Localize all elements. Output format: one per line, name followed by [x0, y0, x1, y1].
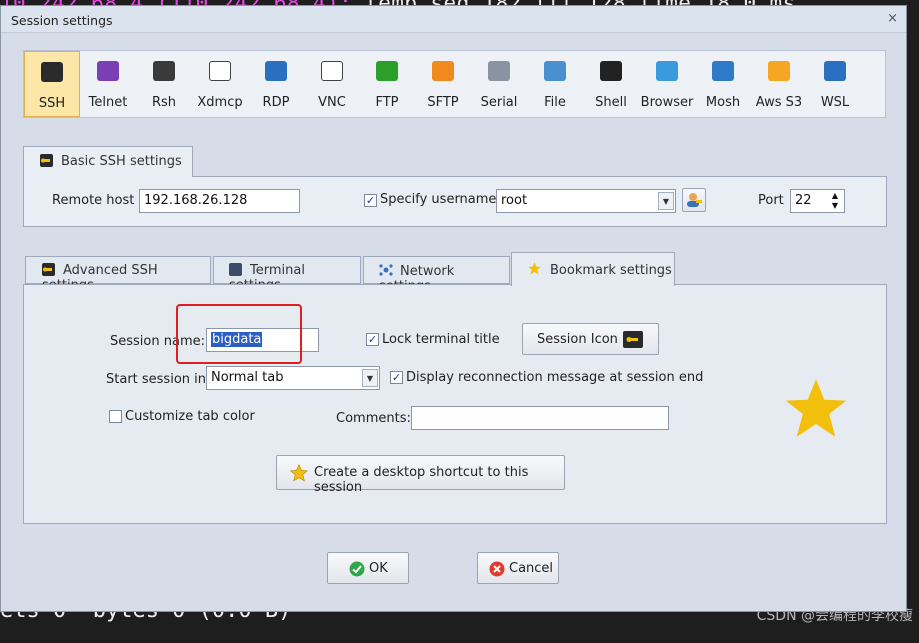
- ftp-icon: [376, 61, 398, 81]
- port-value: 22: [795, 193, 812, 208]
- check-circle-icon: [349, 561, 365, 581]
- bookmark-settings-panel: Session name: bigdata ✓ Lock terminal ti…: [23, 284, 887, 524]
- protocol-mosh[interactable]: Mosh: [695, 51, 751, 117]
- start-session-value: Normal tab: [211, 370, 284, 385]
- session-icon-button[interactable]: Session Icon: [522, 323, 659, 355]
- key-icon: [623, 331, 643, 348]
- user-icon: [687, 193, 702, 207]
- file-icon: [544, 61, 566, 81]
- protocol-xdmcp[interactable]: Xdmcp: [192, 51, 248, 117]
- key-icon: [42, 263, 55, 276]
- key-icon: [40, 154, 53, 167]
- tab-basic-ssh-settings[interactable]: Basic SSH settings: [23, 146, 193, 177]
- customize-tab-color-label: Customize tab color: [125, 409, 255, 424]
- protocol-browser[interactable]: Browser: [639, 51, 695, 117]
- protocol-ftp[interactable]: FTP: [359, 51, 415, 117]
- port-label: Port: [758, 193, 784, 208]
- create-desktop-shortcut-button[interactable]: Create a desktop shortcut to this sessio…: [276, 455, 565, 495]
- start-session-label: Start session in: [106, 372, 206, 387]
- user-picker-button[interactable]: [682, 188, 706, 212]
- shell-icon: [600, 61, 622, 81]
- username-value: root: [501, 193, 528, 208]
- network-icon: [379, 263, 393, 276]
- rsh-icon: [153, 61, 175, 81]
- window-title: Session settings: [11, 13, 113, 28]
- start-session-combo[interactable]: Normal tab ▼: [206, 366, 380, 390]
- mosh-icon: [712, 61, 734, 81]
- xdmcp-icon: [209, 61, 231, 81]
- cancel-circle-icon: [489, 561, 505, 581]
- serial-icon: [488, 61, 510, 81]
- rdp-icon: [265, 61, 287, 81]
- lock-terminal-title-checkbox[interactable]: ✓: [366, 333, 379, 346]
- protocol-toolbar: SSH Telnet Rsh Xdmcp RDP VNC FTP SFTP Serial File…: [23, 50, 886, 118]
- ok-button[interactable]: OK: [327, 552, 409, 584]
- protocol-rdp[interactable]: RDP: [248, 51, 304, 117]
- title-bar: Session settings ×: [1, 6, 906, 33]
- chevron-down-icon[interactable]: ▼: [362, 369, 378, 387]
- customize-tab-color-checkbox[interactable]: [109, 410, 122, 423]
- remote-host-label: Remote host *: [52, 193, 145, 208]
- terminal-bottom-line-2: [30, 622, 420, 643]
- comments-input[interactable]: [411, 406, 669, 430]
- cancel-button[interactable]: Cancel: [477, 552, 559, 584]
- key-icon: [41, 62, 63, 82]
- session-settings-dialog: Session settings × SSH Telnet Rsh Xdmcp RDP V…: [0, 5, 907, 612]
- basic-settings-panel: Remote host * 192.168.26.128 ✓ Specify u…: [23, 176, 887, 227]
- comments-label: Comments:: [336, 411, 411, 426]
- protocol-wsl[interactable]: WSL: [807, 51, 863, 117]
- star-icon: [527, 261, 542, 276]
- port-spinner[interactable]: 22 ▲ ▼: [790, 189, 845, 213]
- aws-s3-icon: [768, 61, 790, 81]
- remote-host-input[interactable]: 192.168.26.128: [139, 189, 300, 213]
- vnc-icon: [321, 61, 343, 81]
- spinner-arrows-icon[interactable]: ▲ ▼: [832, 191, 838, 211]
- tab-network-settings[interactable]: Network settings: [363, 256, 510, 294]
- terminal-settings-icon: [229, 263, 242, 276]
- highlight-annotation-box: [176, 304, 302, 364]
- display-reconnection-label: Display reconnection message at session …: [406, 370, 704, 385]
- protocol-serial[interactable]: Serial: [471, 51, 527, 117]
- tab-terminal-settings[interactable]: Terminal settings: [213, 256, 361, 293]
- wsl-icon: [824, 61, 846, 81]
- star-icon: [289, 463, 309, 487]
- bookmark-star-icon: [782, 375, 850, 444]
- chevron-down-icon[interactable]: ▼: [658, 192, 674, 210]
- protocol-file[interactable]: File: [527, 51, 583, 117]
- display-reconnection-checkbox[interactable]: ✓: [390, 371, 403, 384]
- browser-icon: [656, 61, 678, 81]
- protocol-sftp[interactable]: SFTP: [415, 51, 471, 117]
- tab-bookmark-settings[interactable]: Bookmark settings: [511, 252, 675, 286]
- telnet-icon: [97, 61, 119, 81]
- specify-username-checkbox[interactable]: ✓: [364, 194, 377, 207]
- protocol-telnet[interactable]: Telnet: [80, 51, 136, 117]
- protocol-vnc[interactable]: VNC: [304, 51, 360, 117]
- protocol-ssh[interactable]: SSH: [24, 51, 80, 117]
- protocol-rsh[interactable]: Rsh: [136, 51, 192, 117]
- specify-username-label: Specify username: [380, 192, 497, 207]
- username-combo[interactable]: root ▼: [496, 189, 676, 213]
- close-icon[interactable]: ×: [887, 11, 898, 26]
- protocol-aws-s3[interactable]: Aws S3: [751, 51, 807, 117]
- lock-terminal-title-label: Lock terminal title: [382, 332, 500, 347]
- sftp-icon: [432, 61, 454, 81]
- protocol-shell[interactable]: Shell: [583, 51, 639, 117]
- tab-advanced-ssh-settings[interactable]: Advanced SSH settings: [25, 256, 211, 293]
